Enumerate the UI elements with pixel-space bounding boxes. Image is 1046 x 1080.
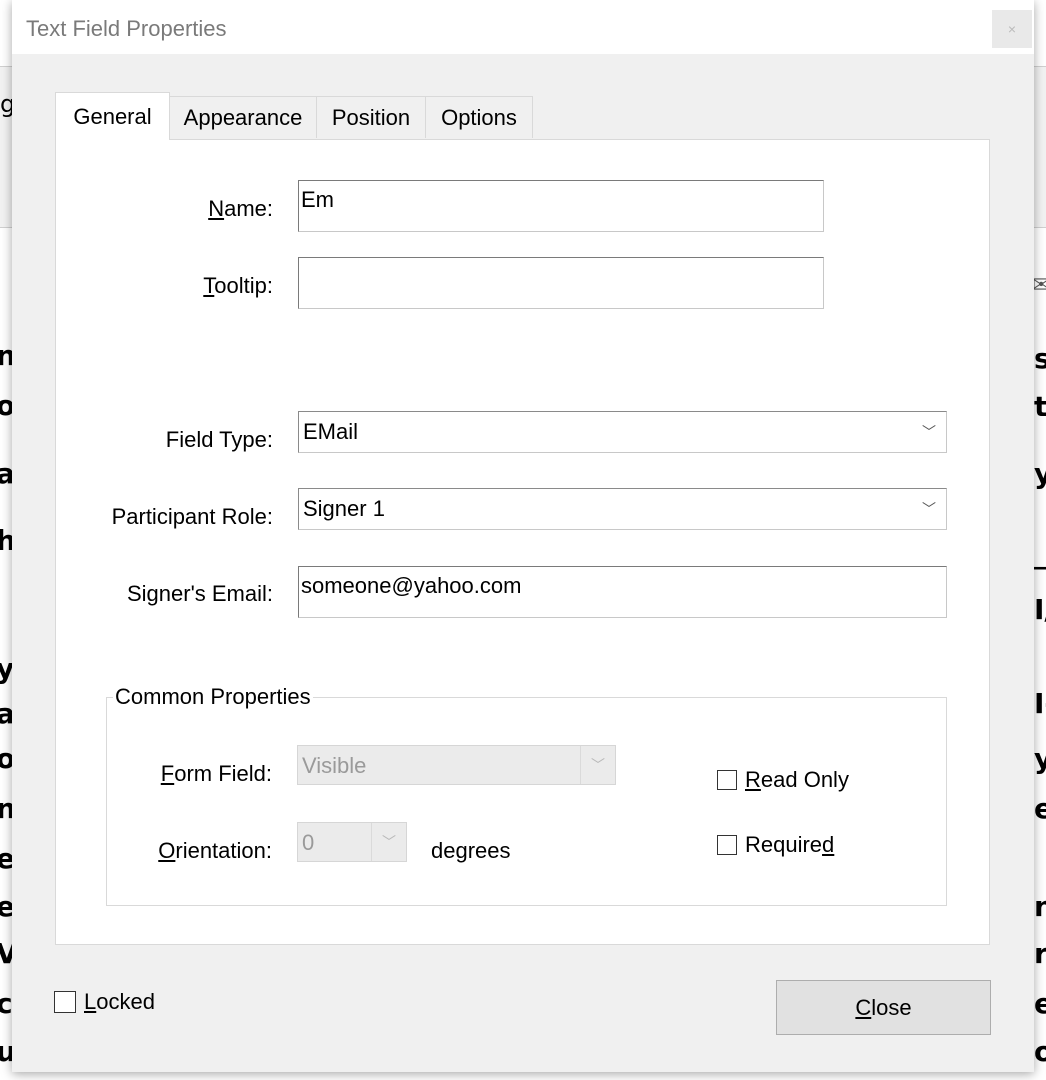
form-field-value: Visible: [302, 753, 367, 778]
signers-email-input[interactable]: someone@yahoo.com: [298, 566, 947, 618]
field-type-label: Field Type:: [165, 427, 273, 452]
background-text-fragment: e: [1034, 987, 1046, 1020]
title-bar: Text Field Properties ×: [12, 0, 1034, 54]
tab-label: Appearance: [183, 104, 303, 130]
text-field-properties-dialog: Text Field Properties × General Appearan…: [12, 0, 1034, 1072]
close-button[interactable]: Close: [776, 980, 991, 1035]
tab-label: Position: [331, 104, 411, 130]
background-text-fragment: e: [1034, 792, 1046, 825]
form-field-label: Form Field:: [160, 761, 272, 786]
participant-role-select[interactable]: Signer 1 ﹀: [298, 488, 947, 530]
participant-role-label: Participant Role:: [111, 504, 273, 529]
background-text-fragment: n: [1034, 890, 1046, 923]
background-text-fragment: y: [1034, 457, 1046, 490]
field-type-select[interactable]: EMail ﹀: [298, 411, 947, 453]
required-label: Required: [745, 832, 835, 857]
chevron-down-icon: ﹀: [922, 501, 936, 517]
chevron-down-icon: ﹀: [371, 823, 406, 861]
locked-label: Locked: [84, 989, 155, 1014]
common-properties-group: Common Properties Form Field: Visible ﹀ …: [106, 684, 947, 906]
background-text-fragment: y: [1034, 742, 1046, 775]
read-only-label: Read Only: [745, 767, 849, 792]
signers-email-label: Signer's Email:: [126, 581, 273, 606]
read-only-checkbox[interactable]: Read Only: [717, 767, 849, 793]
checkbox-box[interactable]: [54, 991, 76, 1013]
background-text-fragment: I-: [1034, 687, 1046, 720]
tab-label: General: [73, 103, 152, 129]
locked-checkbox[interactable]: Locked: [54, 989, 155, 1015]
checkbox-box[interactable]: [717, 770, 737, 790]
background-text-fragment: _: [1034, 540, 1046, 568]
tab-appearance[interactable]: Appearance: [169, 96, 317, 138]
tooltip-input[interactable]: [298, 257, 824, 309]
close-button-label: Close: [855, 994, 912, 1020]
background-mail-icon: ✉: [1032, 272, 1046, 297]
form-field-select[interactable]: Visible ﹀: [297, 745, 616, 785]
chevron-down-icon: ﹀: [580, 746, 615, 784]
orientation-select[interactable]: 0 ﹀: [297, 822, 407, 862]
background-text-fragment: o: [1034, 1035, 1046, 1068]
tab-general[interactable]: General: [55, 92, 170, 140]
tooltip-label: Tooltip:: [203, 273, 273, 298]
background-text-fragment: c: [0, 987, 13, 1020]
close-icon: ×: [1007, 21, 1017, 37]
common-properties-title: Common Properties: [113, 684, 313, 710]
name-input[interactable]: Em: [298, 180, 824, 232]
tab-options[interactable]: Options: [425, 96, 533, 138]
title-close-button[interactable]: ×: [992, 10, 1032, 48]
tab-label: Options: [441, 104, 517, 130]
chevron-down-icon: ﹀: [922, 424, 936, 440]
background-text-fragment: ta: [1034, 390, 1046, 423]
background-text-fragment: s: [1034, 342, 1046, 375]
required-checkbox[interactable]: Required: [717, 832, 834, 858]
orientation-value: 0: [302, 830, 315, 855]
tab-position[interactable]: Position: [316, 96, 426, 138]
background-text-fragment: r: [1034, 937, 1046, 970]
dialog-title: Text Field Properties: [26, 16, 227, 41]
name-label: Name:: [208, 196, 273, 221]
background-text-fragment: I/: [1034, 593, 1046, 626]
field-type-value: EMail: [303, 419, 359, 444]
orientation-label: Orientation:: [158, 838, 272, 863]
orientation-unit: degrees: [431, 838, 511, 863]
checkbox-box[interactable]: [717, 835, 737, 855]
general-tab-panel: Name: Em Tooltip: Field Type: EMail ﹀ Pa…: [55, 139, 990, 945]
participant-role-value: Signer 1: [303, 496, 385, 521]
